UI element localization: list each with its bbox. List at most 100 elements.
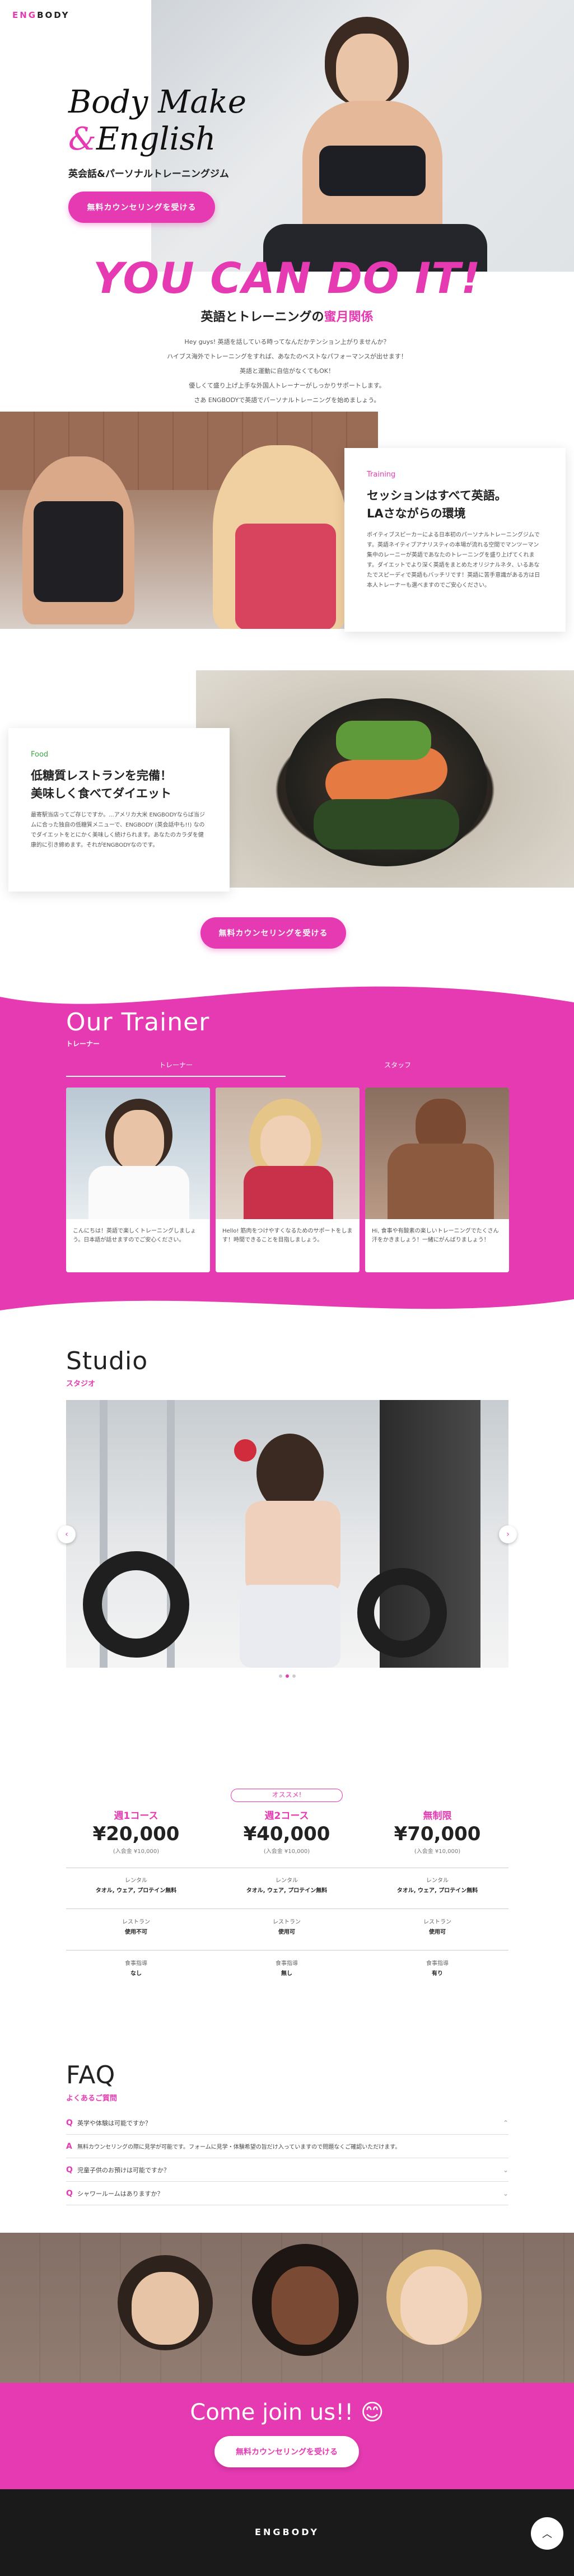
faq-answer-text: 無料カウンセリングの際に見学が可能です。フォームに見学・体験希望の旨だけ入ってい… (77, 2144, 401, 2150)
training-label: Training (367, 470, 396, 479)
faq-item[interactable]: Q シャワールームはありますか？ ⌄ (66, 2182, 508, 2205)
intro-subheading: 英語とトレーニングの蜜月関係 (0, 307, 574, 325)
plan-note: (入会金 ¥10,000) (414, 1849, 461, 1855)
footer-logo[interactable]: ENGBODY (0, 2527, 574, 2537)
trainer-photo (216, 1088, 360, 1219)
logo-body: BODY (37, 10, 70, 20)
plan-row-label: 食事指導 (276, 1961, 298, 1967)
plan-row-value: 有り (432, 1971, 443, 1977)
faq-a-mark: A (66, 2141, 72, 2151)
plan-diet: 食事指導 有り (367, 1959, 507, 1979)
join-cta-button[interactable]: 無料カウンセリングを受ける (214, 2436, 359, 2467)
plan-restaurant: レストラン 使用可 (217, 1917, 357, 1938)
plan-name: 週1コース (114, 1810, 158, 1822)
plan-price: ¥20,000 (92, 1823, 180, 1845)
intro-line: ハイブス海外でトレーニングをすれば、あなたのベストなパフォーマンスが出せます！ (167, 353, 407, 360)
plan-diet: 食事指導 無し (217, 1959, 357, 1979)
plan-row-label: レンタル (125, 1878, 147, 1884)
hero-title: Body Make &English (68, 84, 246, 158)
slider-next-button[interactable]: › (499, 1525, 517, 1543)
recommended-badge: オススメ! (231, 1789, 343, 1802)
faq-question: 児童子供のお預けは可能ですか？ (77, 2166, 170, 2174)
plan-column-featured: 週2コース ¥40,000 (入会金 ¥10,000) (217, 1808, 357, 1855)
plan-row-value: 使用可 (278, 1929, 295, 1935)
food-body: 最寄駅当店ってご存じですか。...アメリカ大米 ENGBODYならば当ジムに合っ… (31, 812, 205, 848)
hero-subtitle: 英会話&パーソナルトレーニングジム (68, 169, 229, 180)
trainer-card[interactable]: Hi, 食事や有酸素の楽しいトレーニングでたくさん汗をかきましょう！一緒にがんば… (365, 1088, 509, 1272)
trainer-message: Hi, 食事や有酸素の楽しいトレーニングでたくさん汗をかきましょう！一緒にがんば… (372, 1228, 499, 1243)
faq-item[interactable]: Q 児童子供のお預けは可能ですか？ ⌄ (66, 2158, 508, 2182)
food-label: Food (31, 750, 49, 759)
studio-slider-image (66, 1400, 508, 1668)
slider-dot[interactable] (279, 1674, 282, 1678)
plan-row-label: レンタル (276, 1878, 298, 1884)
slider-prev-button[interactable]: ‹ (58, 1525, 76, 1543)
training-photo (0, 412, 378, 629)
plan-row-label: 食事指導 (426, 1961, 449, 1967)
food-photo (196, 670, 574, 888)
trainer-message: Hello! 筋肉をつけやすくなるためのサポートをします！時間できることを目指し… (222, 1228, 353, 1243)
intro-line: Hey guys! 英語を話している時ってなんだかテンション上がりませんか？ (184, 338, 390, 346)
slider-dot[interactable] (292, 1674, 296, 1678)
trainer-photo (66, 1088, 210, 1219)
site-logo[interactable]: ENGBODY (12, 10, 70, 20)
intro-sub-highlight: 蜜月関係 (324, 310, 374, 324)
plan-price: ¥40,000 (243, 1823, 330, 1845)
faq-question: 英学や体験は可能ですか？ (77, 2119, 151, 2127)
slider-dot-active[interactable] (286, 1674, 289, 1678)
chevron-right-icon: › (506, 1530, 510, 1539)
trainer-card[interactable]: Hello! 筋肉をつけやすくなるためのサポートをします！時間できることを目指し… (216, 1088, 360, 1272)
hero-title-line1: Body Make (68, 84, 246, 120)
faq-q-mark: Q (66, 2165, 73, 2174)
studio-title: Studio (66, 1347, 148, 1375)
trainer-subtitle: トレーナー (66, 1040, 100, 1048)
faq-question: シャワールームはありますか？ (77, 2190, 164, 2197)
plan-note: (入会金 ¥10,000) (263, 1849, 310, 1855)
chevron-up-icon: ⌃ (502, 2118, 508, 2127)
chevron-left-icon: ‹ (65, 1530, 68, 1539)
plan-price: ¥70,000 (394, 1823, 481, 1845)
intro-line: さあ ENGBODYで英語でパーソナルトレーニングを始めましょう。 (194, 396, 380, 404)
plan-diet: 食事指導 なし (66, 1959, 206, 1979)
back-to-top-button[interactable]: ︿ (531, 2517, 563, 2550)
tab-staff[interactable]: スタッフ (287, 1060, 508, 1077)
plan-restaurant: レストラン 使用不可 (66, 1917, 206, 1938)
tab-trainer[interactable]: トレーナー (66, 1060, 286, 1077)
join-photo (0, 2233, 574, 2383)
intro-line: 優しくて盛り上げ上手な外国人トレーナーがしっかりサポートします。 (189, 382, 385, 389)
join-title: Come join us!! 😊 (190, 2400, 384, 2425)
training-title: セッションはすべて英語。 LAさながらの環境 (367, 487, 543, 522)
plan-rental: レンタル タオル, ウェア, プロテイン無料 (367, 1876, 507, 1896)
hero-cta-button[interactable]: 無料カウンセリングを受ける (68, 192, 215, 223)
plan-row-label: 食事指導 (125, 1961, 147, 1967)
training-title-line1: セッションはすべて英語。 (367, 489, 507, 502)
slider-dots (279, 1674, 296, 1678)
plan-row-label: レストラン (122, 1919, 150, 1925)
training-body: ボイティブスピーカーによる日本初のパーソナルトレーニングジムです。英語ネイティブ… (367, 532, 540, 589)
food-card: Food 低糖質レストランを完備！ 美味しく食べてダイエット 最寄駅当店ってご存… (8, 728, 230, 892)
food-title-line2: 美味しく食べてダイエット (31, 787, 171, 800)
intro-line: 英語と運動に自信がなくてもOK！ (240, 367, 334, 375)
middle-cta-button[interactable]: 無料カウンセリングを受ける (200, 917, 346, 949)
intro-sub-prefix: 英語とトレーニングの (200, 310, 324, 324)
training-card: Training セッションはすべて英語。 LAさながらの環境 ボイティブスピー… (344, 448, 566, 632)
trainer-title: Our Trainer (66, 1008, 210, 1037)
food-title: 低糖質レストランを完備！ 美味しく食べてダイエット (31, 767, 207, 802)
logo-eng: ENG (12, 10, 38, 20)
tab-trainer-label: トレーナー (158, 1061, 193, 1069)
plan-divider (66, 1908, 508, 1909)
plan-rental: レンタル タオル, ウェア, プロテイン無料 (66, 1876, 206, 1896)
trainer-card[interactable]: こんにちは！英語で楽しくトレーニングしましょう。日本語が話せますのでご安心くださ… (66, 1088, 210, 1272)
chevron-down-icon: ⌄ (502, 2189, 508, 2197)
faq-answer: A 無料カウンセリングの際に見学が可能です。フォームに見学・体験希望の旨だけ入っ… (66, 2135, 508, 2158)
faq-item[interactable]: Q 英学や体験は可能ですか？ ⌃ (66, 2111, 508, 2135)
food-title-line1: 低糖質レストランを完備！ (31, 769, 172, 782)
studio-subtitle: スタジオ (66, 1380, 96, 1388)
faq-q-mark: Q (66, 2188, 73, 2198)
hero-title-amp: & (68, 121, 96, 157)
plan-row-value: タオル, ウェア, プロテイン無料 (246, 1888, 328, 1894)
plan-row-value: タオル, ウェア, プロテイン無料 (396, 1888, 478, 1894)
plan-note: (入会金 ¥10,000) (113, 1849, 160, 1855)
trainer-message: こんにちは！英語で楽しくトレーニングしましょう。日本語が話せますのでご安心くださ… (73, 1228, 196, 1243)
plan-row-label: レストラン (423, 1919, 451, 1925)
